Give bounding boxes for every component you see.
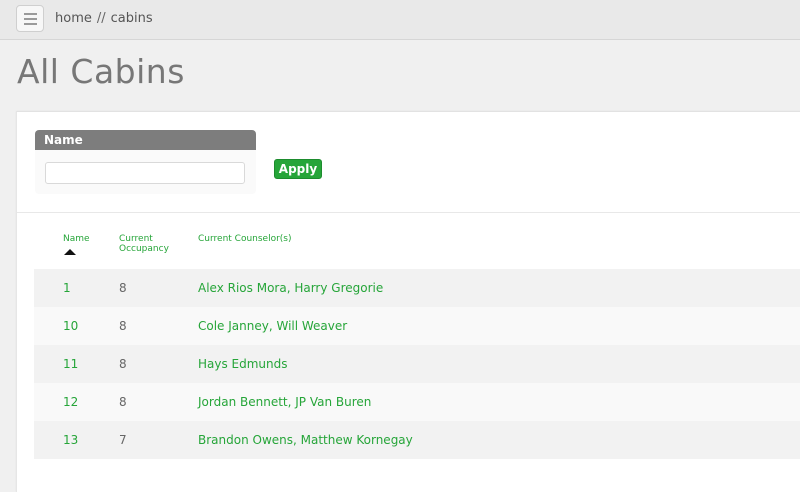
cabin-name-link[interactable]: 10 — [63, 318, 78, 334]
occupancy-value: 8 — [119, 281, 127, 295]
table-header: Name Current Occupancy Current Counselor… — [34, 222, 800, 269]
counselors-link[interactable]: Cole Janney, Will Weaver — [198, 318, 347, 334]
apply-button[interactable]: Apply — [274, 159, 322, 179]
breadcrumb-home-link[interactable]: home — [55, 11, 92, 26]
table-row: 13 7 Brandon Owens, Matthew Kornegay — [34, 421, 800, 459]
counselors-link[interactable]: Alex Rios Mora, Harry Gregorie — [198, 280, 383, 296]
name-filter-input[interactable] — [45, 162, 245, 184]
column-header-counselors[interactable]: Current Counselor(s) — [198, 234, 292, 244]
page-title: All Cabins — [17, 52, 185, 91]
sort-ascending-icon — [64, 249, 76, 255]
hamburger-icon-line — [23, 17, 37, 20]
column-header-name[interactable]: Name — [63, 234, 90, 244]
cabin-name-link[interactable]: 11 — [63, 356, 78, 372]
hamburger-icon-line — [23, 22, 37, 25]
occupancy-value: 8 — [119, 319, 127, 333]
hamburger-menu-button[interactable] — [16, 5, 44, 32]
cabins-panel: Name Apply Name Current Occupancy Curren… — [16, 111, 800, 492]
counselors-link[interactable]: Brandon Owens, Matthew Kornegay — [198, 432, 413, 448]
top-bar: home // cabins — [0, 0, 800, 40]
divider — [17, 212, 800, 213]
hamburger-icon-line — [23, 12, 37, 15]
breadcrumb: home // cabins — [55, 11, 153, 26]
breadcrumb-current: cabins — [110, 11, 153, 26]
occupancy-value: 7 — [119, 433, 127, 447]
cabin-name-link[interactable]: 12 — [63, 394, 78, 410]
cabin-name-link[interactable]: 13 — [63, 432, 78, 448]
name-filter: Name — [35, 130, 256, 194]
filter-header: Name — [35, 130, 256, 150]
table-row: 11 8 Hays Edmunds — [34, 345, 800, 383]
table-row: 10 8 Cole Janney, Will Weaver — [34, 307, 800, 345]
cabins-table: Name Current Occupancy Current Counselor… — [34, 222, 800, 459]
table-row: 12 8 Jordan Bennett, JP Van Buren — [34, 383, 800, 421]
breadcrumb-separator: // — [96, 11, 106, 26]
cabin-name-link[interactable]: 1 — [63, 280, 71, 296]
counselors-link[interactable]: Jordan Bennett, JP Van Buren — [198, 394, 371, 410]
occupancy-value: 8 — [119, 357, 127, 371]
counselors-link[interactable]: Hays Edmunds — [198, 356, 288, 372]
column-header-occupancy[interactable]: Current Occupancy — [119, 234, 189, 254]
table-row: 1 8 Alex Rios Mora, Harry Gregorie — [34, 269, 800, 307]
occupancy-value: 8 — [119, 395, 127, 409]
